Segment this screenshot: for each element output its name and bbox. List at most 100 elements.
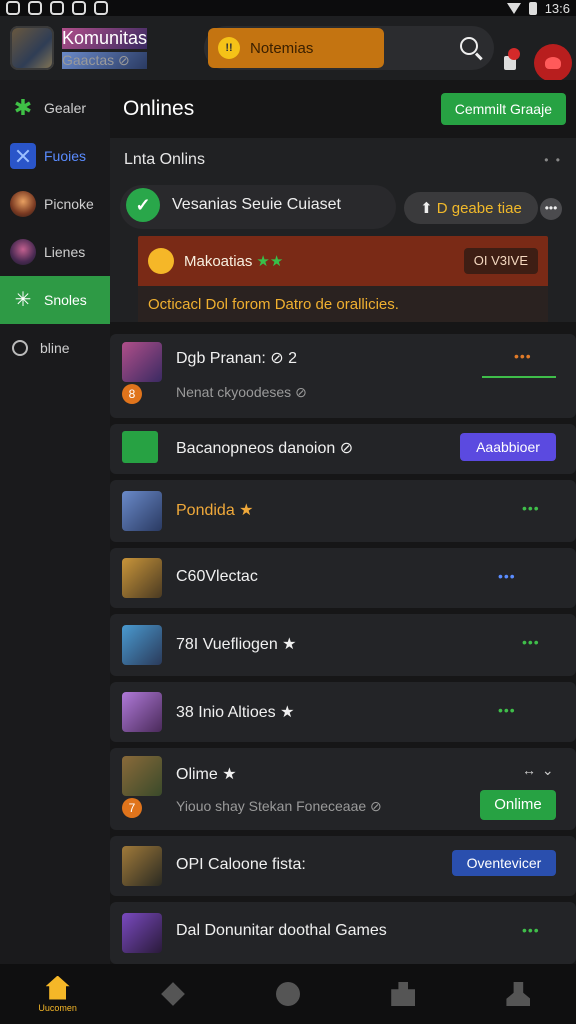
item-title: Pondida ★ — [176, 502, 254, 519]
sidebar-item-snoles[interactable]: ✳ Snoles — [0, 276, 110, 324]
warning-icon — [148, 248, 174, 274]
bottom-nav: Uucomen — [0, 964, 576, 1024]
clock: 13:6 — [544, 0, 570, 16]
item-title: C60Vlectac — [176, 568, 258, 585]
list-item[interactable]: Pondida ★ ••• — [110, 480, 576, 542]
diamond-icon — [160, 982, 185, 1006]
status-dots[interactable]: ↔ ⌄ — [522, 762, 555, 779]
warning-stars: ★★ — [256, 253, 284, 270]
more-options-icon[interactable]: ••• — [540, 198, 562, 220]
avatar-icon — [10, 239, 36, 265]
search-bar[interactable]: !! Notemias — [204, 26, 494, 70]
action-button[interactable]: Oventevicer — [452, 850, 556, 876]
item-subtitle: Nenat ckyoodeses ⊘ — [176, 384, 307, 400]
list-item[interactable]: 38 Inio Altioes ★ ••• — [110, 682, 576, 742]
avatar-icon — [10, 191, 36, 217]
list-item[interactable]: OPI Caloone fista: Oventevicer — [110, 836, 576, 896]
warning-button[interactable]: OI V3IVE — [463, 248, 538, 274]
online-panel: Lnta Onlins • • ✓ Vesanias Seuie Cuiaset… — [110, 138, 576, 322]
list-item[interactable]: Dal Donunitar doothal Games ••• — [110, 902, 576, 964]
level-badge: 8 — [122, 384, 142, 404]
status-dots[interactable]: ••• — [522, 500, 540, 516]
sidebar-item-label: Snoles — [44, 292, 87, 308]
item-title: Dal Donunitar doothal Games — [176, 922, 387, 939]
sidebar-item-label: bline — [40, 340, 70, 356]
game-thumbnail — [122, 491, 162, 531]
game-thumbnail — [122, 913, 162, 953]
home-icon — [45, 975, 70, 1000]
list-item[interactable]: 78I Vuefliogen ★ ••• — [110, 614, 576, 676]
cross-icon — [10, 143, 36, 169]
status-dots[interactable]: ••• — [498, 702, 516, 718]
status-dots[interactable]: ••• — [522, 922, 540, 938]
progress-line — [482, 376, 556, 378]
circle-icon — [12, 340, 28, 356]
status-bar: 13:6 — [0, 0, 576, 16]
sidebar-item-bline[interactable]: bline — [0, 324, 110, 372]
app-name: Komunitas — [62, 27, 148, 49]
game-thumbnail — [122, 431, 158, 463]
game-thumbnail — [122, 558, 162, 598]
game-thumbnail — [122, 342, 162, 382]
community-button[interactable]: Cemmilt Graaje — [440, 93, 566, 125]
action-button[interactable]: Aaabbioer — [460, 433, 556, 461]
sidebar-item-picnoke[interactable]: Picnoke — [0, 180, 110, 228]
online-button[interactable]: Onlime — [480, 790, 556, 820]
search-icon[interactable] — [460, 37, 478, 55]
nav-explore[interactable] — [115, 964, 230, 1024]
app-logo[interactable] — [10, 26, 54, 70]
status-dots[interactable]: ••• — [514, 348, 532, 364]
upgrade-badge[interactable]: ⬆ D geabe tiae — [404, 192, 538, 224]
status-dots[interactable]: ••• — [522, 634, 540, 650]
warning-message: Octicacl Dol forom Datro de orallicies. — [138, 286, 548, 322]
battery-icon — [528, 1, 537, 15]
item-title: 78I Vuefliogen ★ — [176, 636, 297, 653]
sidebar-item-label: Lienes — [44, 244, 86, 260]
game-thumbnail — [122, 846, 162, 886]
item-title: Olime ★ — [176, 766, 237, 783]
more-icon[interactable]: • • — [544, 153, 562, 167]
upgrade-label: D geabe tiae — [436, 199, 522, 217]
upgrade-icon: ⬆ — [420, 200, 433, 217]
nav-profile[interactable] — [461, 964, 576, 1024]
notifications-label: Notemias — [250, 39, 314, 57]
warning-title: Makoatias — [184, 252, 253, 270]
info-icon — [276, 982, 300, 1006]
app-root: 13:6 Komunitas Gaactas ⊘ !! Notemias ✱ G… — [0, 0, 576, 1024]
sidebar-item-fuoies[interactable]: Fuoies — [0, 132, 110, 180]
page-title: Onlines — [123, 97, 195, 120]
box-icon — [391, 982, 416, 1006]
list-item[interactable]: C60Vlectac ••• — [110, 548, 576, 608]
nav-inventory[interactable] — [346, 964, 461, 1024]
nav-home-label: Uucomen — [38, 1002, 77, 1013]
sidebar: ✱ Gealer Fuoies Picnoke Lienes ✳ Snoles … — [0, 80, 110, 964]
game-thumbnail — [122, 756, 162, 796]
nav-home[interactable]: Uucomen — [0, 964, 115, 1024]
nav-info[interactable] — [230, 964, 345, 1024]
item-title: OPI Caloone fista: — [176, 856, 306, 873]
game-thumbnail — [122, 625, 162, 665]
list-item[interactable]: 8 Dgb Pranan: ⊘ 2 Nenat ckyoodeses ⊘ ••• — [110, 334, 576, 418]
user-icon — [506, 982, 531, 1006]
list-item[interactable]: 7 Olime ★ Yiouo shay Stekan Foneceaae ⊘ … — [110, 748, 576, 830]
main-content: Onlines Cemmilt Graaje Lnta Onlins • • ✓… — [110, 80, 576, 964]
item-title: 38 Inio Altioes ★ — [176, 704, 295, 721]
sidebar-item-lienes[interactable]: Lienes — [0, 228, 110, 276]
level-badge: 7 — [122, 798, 142, 818]
notification-icon: !! — [218, 37, 240, 59]
sidebar-item-gealer[interactable]: ✱ Gealer — [0, 84, 110, 132]
status-icons — [6, 1, 108, 15]
avatar[interactable] — [534, 44, 572, 82]
gift-icon[interactable] — [500, 46, 522, 74]
item-subtitle: Yiouo shay Stekan Foneceaae ⊘ — [176, 798, 382, 814]
game-thumbnail — [122, 692, 162, 732]
app-subtitle: Gaactas ⊘ — [62, 51, 148, 69]
list-header: Lnta Onlins — [124, 151, 205, 168]
leaf-icon: ✳ — [14, 289, 32, 311]
verified-row[interactable]: ✓ Vesanias Seuie Cuiaset ⬆ D geabe tiae … — [110, 182, 576, 229]
status-dots[interactable]: ••• — [498, 568, 516, 584]
list-item[interactable]: Bacanopneos danoion ⊘ Aaabbioer — [110, 424, 576, 474]
wifi-icon — [506, 2, 521, 14]
notifications-button[interactable]: !! Notemias — [208, 28, 384, 68]
verified-text: Vesanias Seuie Cuiaset — [172, 196, 341, 213]
